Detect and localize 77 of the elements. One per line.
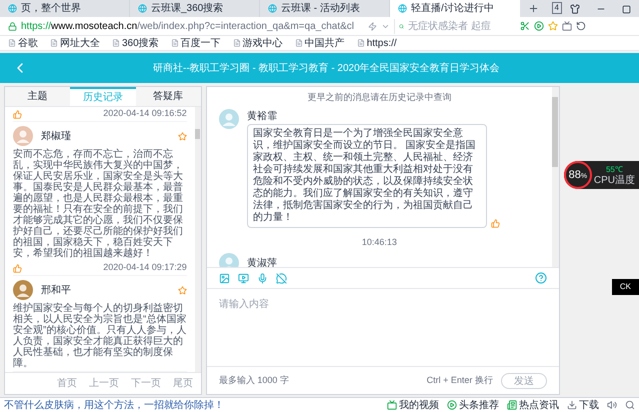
site-icon bbox=[8, 4, 17, 13]
bookmark-link[interactable]: 谷歌 bbox=[8, 36, 38, 50]
news-link[interactable]: 不管什么皮肤病，用这个方法，一招就给你除掉！ bbox=[4, 398, 224, 412]
search-icon[interactable] bbox=[625, 400, 635, 410]
volume-icon[interactable] bbox=[607, 400, 617, 410]
page-icon bbox=[294, 39, 303, 47]
image-icon[interactable] bbox=[218, 272, 230, 284]
site-icon bbox=[138, 4, 147, 13]
status-item[interactable]: 下载 bbox=[567, 398, 599, 412]
chat-off-icon[interactable] bbox=[276, 272, 287, 284]
cpu-label: CPU温度 bbox=[594, 174, 635, 186]
url-text: https://www.mosoteach.cn/web/index.php?c=interaction_qa&m=qa_chat&cl bbox=[21, 20, 354, 34]
bookmark-link[interactable]: 中国共产 bbox=[294, 36, 345, 50]
lightning-icon[interactable] bbox=[368, 22, 377, 30]
tab-count[interactable]: 4 bbox=[552, 2, 562, 14]
download-icon bbox=[567, 400, 577, 410]
char-limit: 最多输入 1000 字 bbox=[218, 374, 290, 387]
like-icon[interactable] bbox=[490, 218, 500, 228]
undo-icon[interactable] bbox=[576, 21, 586, 31]
page-icon bbox=[356, 39, 365, 47]
post-text: 安而不忘危，存而不忘亡，治而不忘乱，实现中华民族伟大复兴的中国梦，保证人民安居乐业，国家安全是头等大事。国泰民安是人民群众最基本，最普遍的愿望，也是人民群众最根本，最重要的福祉！只有在安全的前提下，我们才能够完成其它的心愿，我们不仅要保护好自己，还要尽己所能的保护好我们的祖国，国家稳天下，稳百姓安天下安，希望我们的祖国越来越好！ bbox=[13, 149, 184, 259]
search-icon bbox=[399, 22, 404, 30]
scissors-icon[interactable] bbox=[520, 21, 530, 31]
new-tab-icon[interactable] bbox=[528, 3, 539, 14]
play-icon bbox=[447, 400, 457, 410]
avatar bbox=[218, 253, 239, 267]
author-name: 邢和平 bbox=[41, 284, 72, 298]
search-field[interactable]: 无症状感染者 起痘 bbox=[394, 18, 512, 34]
site-icon bbox=[398, 4, 407, 13]
play-icon[interactable] bbox=[534, 21, 544, 31]
post-time: 2020-04-14 09:16:52 bbox=[103, 107, 187, 120]
avatar bbox=[218, 108, 239, 128]
newspaper-icon bbox=[507, 400, 517, 410]
cpu-temp: 55℃ bbox=[606, 164, 623, 174]
page-icon bbox=[232, 39, 241, 47]
message-bubble: 国家安全教育日是一个为了增强全民国家安全意识，维护国家安全而设立的节日。 国家安全是指国家政权、主权、统一和领土完整、人民福祉、经济社会可持续发展和国家其他重大利益相对处于没有危险和不受内外威胁的状态，以及保障持续安全状态的能力。我们应了解国家安全的有关知识，遵守法律，抵制危害国家安全的行为，为祖国贡献自己的力量！ bbox=[246, 124, 487, 228]
like-icon[interactable] bbox=[13, 264, 22, 272]
shirt-icon[interactable] bbox=[570, 4, 580, 14]
page-icon bbox=[170, 39, 179, 47]
address-field[interactable]: https://www.mosoteach.cn/web/index.php?c=interaction_qa&m=qa_chat&cl bbox=[4, 18, 364, 34]
message-input[interactable]: 请输入内容 bbox=[206, 289, 559, 366]
post-time: 2020-04-14 09:17:29 bbox=[103, 261, 187, 274]
author-name: 黄裕霏 bbox=[246, 110, 278, 124]
shortcut-hint: Ctrl + Enter 换行 bbox=[426, 374, 493, 387]
status-item[interactable]: 我的视频 bbox=[387, 398, 439, 412]
panel-tab[interactable]: 主题 bbox=[5, 87, 70, 106]
video-icon bbox=[387, 400, 397, 410]
author-name: 郑椒瑾 bbox=[41, 130, 72, 144]
page-title: 研商社--教职工学习圈 - 教职工学习教育 - 2020年全民国家安全教育日学习体会 bbox=[153, 62, 500, 76]
like-icon[interactable] bbox=[13, 110, 22, 118]
site-icon bbox=[268, 4, 277, 13]
bookmark-link[interactable]: 网址大全 bbox=[50, 36, 100, 50]
page-icon bbox=[112, 39, 120, 47]
page-icon bbox=[8, 39, 16, 47]
avatar bbox=[13, 280, 33, 300]
status-item[interactable]: 热点资讯 bbox=[507, 398, 559, 412]
bookmark-link[interactable]: https:// bbox=[356, 36, 397, 50]
video-icon[interactable] bbox=[238, 272, 249, 284]
browser-tab[interactable]: 轻直播/讨论进行中 bbox=[390, 0, 520, 17]
star-icon[interactable] bbox=[178, 286, 187, 294]
page-icon bbox=[50, 39, 58, 47]
avatar bbox=[13, 126, 33, 146]
message-time: 10:46:13 bbox=[362, 236, 397, 248]
bookmark-link[interactable]: 360搜索 bbox=[112, 36, 159, 50]
bookmark-link[interactable]: 游戏中心 bbox=[232, 36, 283, 50]
maximize-icon[interactable] bbox=[622, 5, 631, 14]
status-item[interactable]: 头条推荐 bbox=[447, 398, 499, 412]
lock-icon bbox=[8, 22, 17, 30]
bookmark-link[interactable]: 百度一下 bbox=[170, 36, 221, 50]
help-icon[interactable] bbox=[534, 272, 547, 284]
microphone-icon[interactable] bbox=[256, 272, 268, 284]
panel-tab[interactable]: 答疑库 bbox=[136, 87, 201, 106]
ime-badge[interactable]: CK bbox=[612, 279, 639, 295]
star-icon[interactable] bbox=[178, 132, 187, 140]
post-text: 维护国家安全与每个人的切身利益密切相关，以人民安全为宗旨也是“总体国家安全观”的核心价值。只有人人参与，人人负责，国家安全才能真正获得巨大的人民性基础，也才能有坚实的制度保障。 bbox=[13, 303, 187, 369]
history-notice: 更早之前的消息请在历史记录中查询 bbox=[307, 91, 452, 104]
author-name: 黄淑萍 bbox=[246, 256, 277, 267]
